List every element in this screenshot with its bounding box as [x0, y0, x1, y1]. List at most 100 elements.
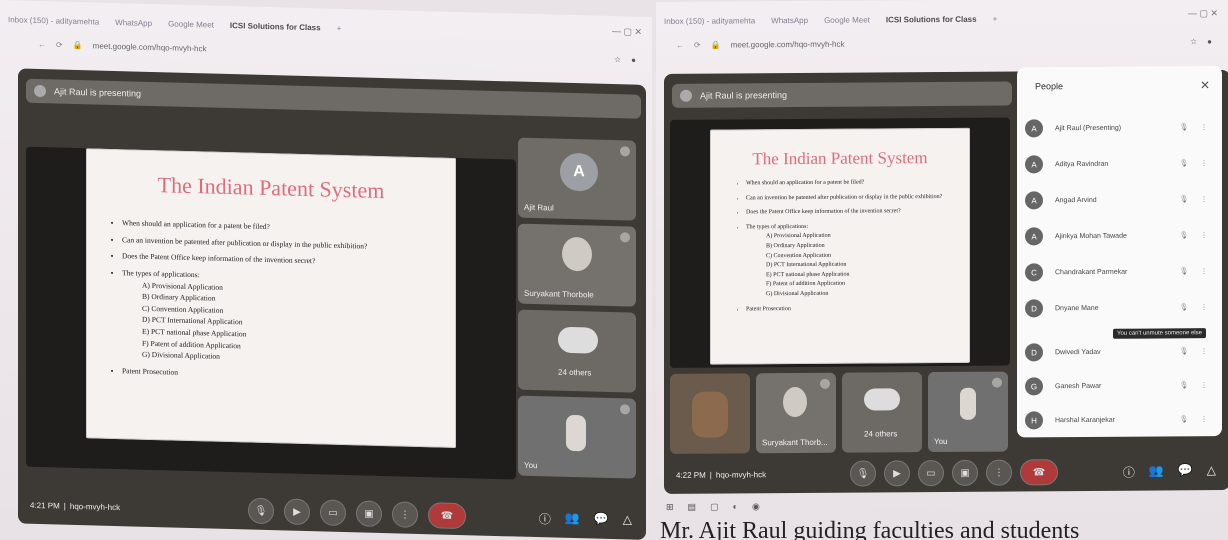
presenting-banner: Ajit Raul is presenting [672, 81, 1012, 108]
url-text[interactable]: meet.google.com/hqo-mvyh-hck [93, 41, 207, 53]
participant-row[interactable]: C Chandrakant Parmekar 🎙 ⋮ [1025, 256, 1214, 287]
participant-row[interactable]: D Dnyane Mane 🎙 ⋮ [1025, 292, 1214, 323]
more-options-icon[interactable]: ⋮ [986, 459, 1012, 486]
mic-toggle-icon[interactable]: 🎙 [248, 497, 274, 525]
slide-bullets: When should an application for a patent … [746, 178, 950, 320]
presenting-banner: Ajit Raul is presenting [26, 78, 641, 119]
more-vert-icon[interactable]: ⋮ [1194, 159, 1214, 167]
star-icon: ☆ [1189, 36, 1198, 46]
url-text[interactable]: meet.google.com/hqo-mvyh-hck [731, 39, 845, 49]
tab[interactable]: WhatsApp [115, 18, 152, 28]
presentation-stage: The Indian Patent System When should an … [26, 146, 516, 480]
participant-row[interactable]: H Harshal Karanjekar 🎙 ⋮ [1025, 404, 1214, 435]
more-vert-icon[interactable]: ⋮ [1194, 231, 1214, 239]
meet-bottom-bar: 4:22 PM | hqo-mvyh-hck 🎙 ▶ ▭ ▣ ⋮ ☎ ⓘ 👥 💬… [664, 452, 1228, 494]
more-vert-icon[interactable]: ⋮ [1194, 415, 1214, 423]
avatar: A [1025, 191, 1043, 210]
nav-buttons[interactable]: ← ⟳ [676, 40, 701, 49]
participant-tile[interactable]: 24 others [518, 309, 636, 393]
activities-icon[interactable]: △ [623, 512, 632, 529]
participant-tile[interactable]: 24 others [842, 372, 922, 453]
mic-off-icon[interactable]: 🎙 [1174, 415, 1194, 423]
mic-off-icon[interactable]: 🎙 [1174, 159, 1194, 167]
captions-icon[interactable]: ▭ [320, 499, 346, 527]
participant-row[interactable]: D Dwivedi Yadav 🎙 ⋮ [1025, 336, 1214, 367]
info-icon[interactable]: ⓘ [1123, 463, 1135, 480]
mic-off-icon[interactable]: 🎙 [1174, 231, 1194, 239]
people-icon[interactable]: 👥 [1149, 463, 1164, 480]
participant-row[interactable]: A Angad Arvind 🎙 ⋮ [1025, 184, 1214, 215]
bullet: When should an application for a patent … [746, 178, 950, 189]
mic-off-icon[interactable]: 🎙 [1174, 195, 1194, 203]
participant-row[interactable]: A Ajinkya Mohan Tawade 🎙 ⋮ [1025, 220, 1214, 251]
chat-icon[interactable]: 💬 [594, 511, 609, 528]
mic-off-icon[interactable]: 🎙 [1174, 347, 1194, 355]
info-icon[interactable]: ⓘ [539, 510, 551, 527]
taskbar-app-icon[interactable]: ▢ [710, 501, 719, 512]
start-icon[interactable]: ⊞ [666, 501, 674, 512]
more-vert-icon[interactable]: ⋮ [1194, 123, 1214, 131]
slide: The Indian Patent System When should an … [86, 148, 456, 448]
captions-icon[interactable]: ▭ [918, 459, 944, 487]
participant-row[interactable]: A Ajit Raul (Presenting) 🎙 ⋮ [1025, 112, 1214, 143]
tab[interactable]: ICSI Solutions for Class [230, 21, 321, 32]
nav-buttons[interactable]: ← ⟳ [38, 39, 63, 49]
more-vert-icon[interactable]: ⋮ [1194, 195, 1214, 203]
mic-toggle-icon[interactable]: 🎙 [850, 460, 876, 487]
avatar [783, 386, 807, 418]
participant-tile[interactable]: You [928, 371, 1008, 453]
tab[interactable]: Google Meet [824, 15, 870, 24]
chrome-icon[interactable]: ◉ [752, 501, 760, 512]
meeting-code: hqo-mvyh-hck [715, 469, 767, 480]
tab[interactable]: Inbox (150) - adityamehta [8, 15, 99, 26]
participant-tile[interactable] [670, 373, 750, 454]
camera-toggle-icon[interactable]: ▶ [884, 460, 910, 487]
taskbar-app-icon[interactable]: ▤ [688, 501, 697, 512]
mic-off-icon[interactable]: 🎙 [1174, 267, 1194, 275]
taskbar-app-icon[interactable]: ◐ [733, 501, 738, 511]
new-tab-button[interactable]: + [337, 23, 342, 32]
more-vert-icon[interactable]: ⋮ [1194, 267, 1214, 275]
more-vert-icon[interactable]: ⋮ [1194, 381, 1214, 389]
participant-name: Aditya Ravindran [1055, 160, 1109, 168]
mic-icon[interactable]: 🎙 [1174, 123, 1194, 131]
tab[interactable]: Google Meet [168, 19, 214, 29]
participant-tile[interactable]: Suryakant Thorbole [518, 223, 636, 307]
window-controls[interactable]: — ▢ ✕ [612, 26, 642, 38]
participant-name: Dnyane Mane [1055, 304, 1099, 312]
participant-tile[interactable]: A Ajit Raul [518, 137, 636, 221]
participant-name: 24 others [558, 367, 592, 378]
participant-tile[interactable]: Suryakant Thorb... [756, 372, 836, 454]
mic-off-icon[interactable]: 🎙 [1174, 381, 1194, 389]
activities-icon[interactable]: △ [1207, 463, 1216, 480]
participant-row[interactable]: G Ganesh Pawar 🎙 ⋮ [1025, 370, 1214, 401]
participant-name: Ajinkya Mohan Tawade [1055, 232, 1127, 240]
more-options-icon[interactable]: ⋮ [392, 501, 418, 528]
tab[interactable]: ICSI Solutions for Class [886, 14, 977, 24]
mic-icon [620, 146, 630, 157]
slide-bullets: When should an application for a patent … [122, 217, 436, 390]
end-call-icon[interactable]: ☎ [428, 502, 466, 530]
chat-icon[interactable]: 💬 [1178, 463, 1193, 480]
meeting-time: 4:21 PM [30, 500, 60, 511]
present-icon[interactable]: ▣ [952, 459, 978, 486]
tab[interactable]: WhatsApp [771, 15, 808, 24]
tab[interactable]: Inbox (150) - adityamehta [664, 16, 755, 26]
mic-off-icon[interactable]: 🎙 [1174, 303, 1194, 311]
more-vert-icon[interactable]: ⋮ [1194, 303, 1214, 311]
end-call-icon[interactable]: ☎ [1020, 459, 1058, 486]
people-icon[interactable]: 👥 [565, 510, 580, 527]
participant-row[interactable]: A Aditya Ravindran 🎙 ⋮ [1025, 148, 1214, 179]
more-vert-icon[interactable]: ⋮ [1194, 347, 1214, 355]
side-icons: ⓘ 👥 💬 △ [1123, 463, 1216, 481]
new-tab-button[interactable]: + [993, 14, 998, 23]
address-bar[interactable]: ← ⟳ 🔒 meet.google.com/hqo-mvyh-hck ☆ ● [656, 30, 1228, 56]
participant-name: Harshal Karanjekar [1055, 416, 1115, 424]
participant-tile[interactable]: You [518, 395, 636, 479]
presenter-video [692, 391, 728, 438]
window-controls[interactable]: — ▢ ✕ [1188, 8, 1218, 19]
camera-toggle-icon[interactable]: ▶ [284, 498, 310, 526]
group-avatar [864, 388, 900, 411]
present-icon[interactable]: ▣ [356, 500, 382, 528]
close-icon[interactable]: ✕ [1200, 78, 1210, 92]
